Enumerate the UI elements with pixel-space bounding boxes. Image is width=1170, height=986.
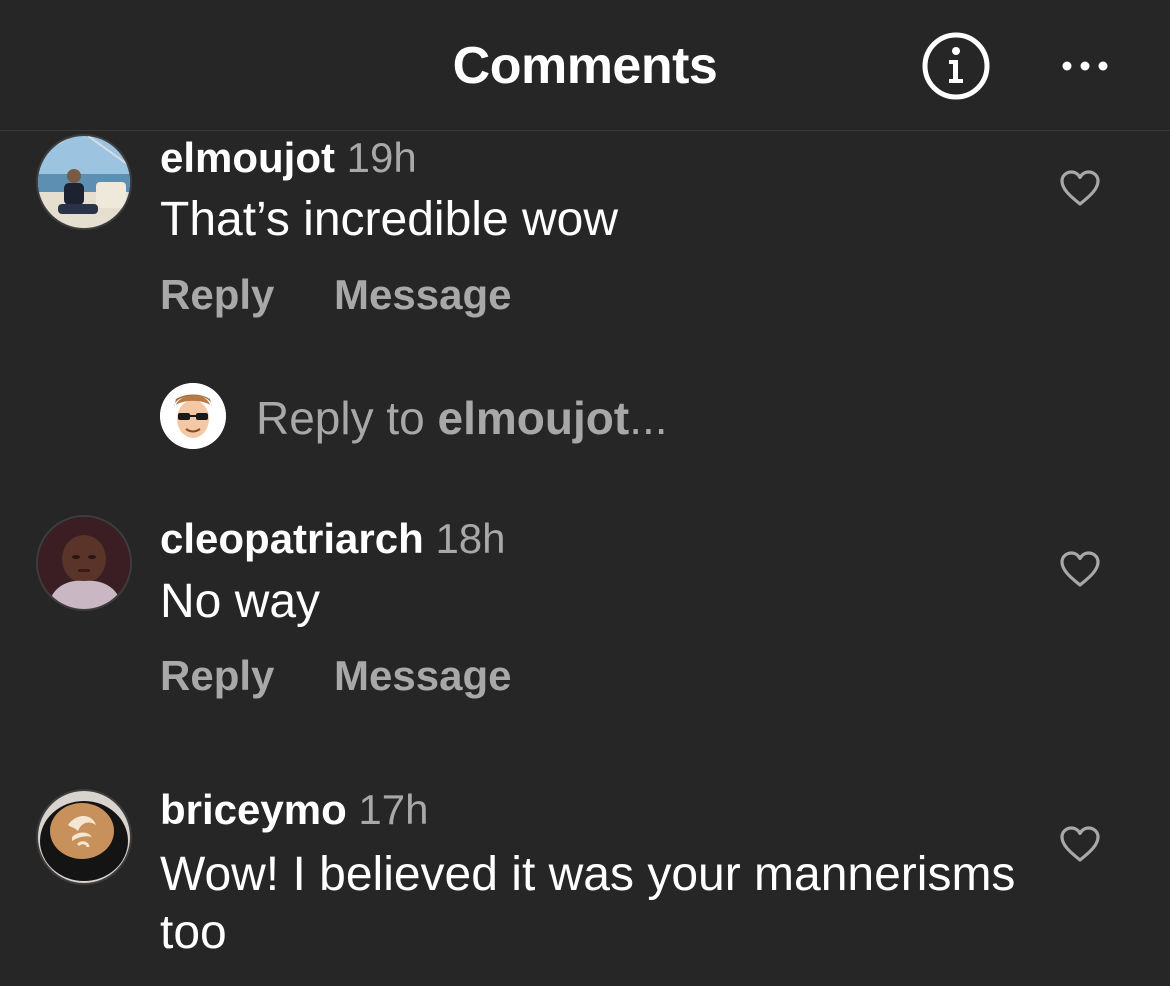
- more-options-button[interactable]: [1050, 46, 1120, 86]
- comment-text: Wow! I believed it was your mannerisms t…: [160, 848, 1016, 959]
- heart-icon: [1060, 170, 1100, 206]
- reply-button[interactable]: Reply: [160, 652, 274, 699]
- comment-text: That’s incredible wow: [160, 193, 618, 246]
- like-button[interactable]: [1058, 824, 1102, 864]
- ellipsis-icon: [1062, 61, 1108, 71]
- heart-icon: [1060, 826, 1100, 862]
- reply-input[interactable]: Reply to elmoujot...: [256, 391, 668, 445]
- comment-username[interactable]: briceymo: [160, 786, 347, 833]
- reply-button[interactable]: Reply: [160, 271, 274, 318]
- reply-input-prefix: Reply to: [256, 392, 438, 444]
- avatar[interactable]: [36, 515, 132, 611]
- info-button[interactable]: [920, 30, 992, 102]
- info-circle-icon: [922, 32, 990, 100]
- comment-meta: briceymo 17h: [160, 786, 429, 834]
- comment-text: No way: [160, 575, 321, 628]
- like-button[interactable]: [1058, 549, 1102, 589]
- reply-input-suffix: ...: [629, 392, 668, 444]
- comment-time: 19h: [346, 134, 417, 181]
- comment-username[interactable]: elmoujot: [160, 134, 335, 181]
- header-bar: Comments: [0, 0, 1170, 131]
- comment-meta: cleopatriarch 18h: [160, 515, 506, 563]
- reply-input-target: elmoujot: [437, 392, 630, 444]
- reply-composer[interactable]: Reply to elmoujot...: [160, 383, 1060, 451]
- comment-time: 18h: [435, 515, 506, 562]
- comment-meta: elmoujot 19h: [160, 134, 417, 182]
- comment-time: 17h: [358, 786, 429, 833]
- avatar[interactable]: [36, 134, 132, 230]
- comment-username[interactable]: cleopatriarch: [160, 515, 424, 562]
- avatar: [160, 383, 226, 449]
- page-title: Comments: [452, 37, 718, 95]
- comment-actions: Reply Message: [160, 652, 511, 700]
- like-button[interactable]: [1058, 168, 1102, 208]
- message-button[interactable]: Message: [334, 652, 511, 699]
- comment-actions: Reply Message: [160, 271, 511, 319]
- heart-icon: [1060, 551, 1100, 587]
- message-button[interactable]: Message: [334, 271, 511, 318]
- avatar[interactable]: [36, 789, 132, 885]
